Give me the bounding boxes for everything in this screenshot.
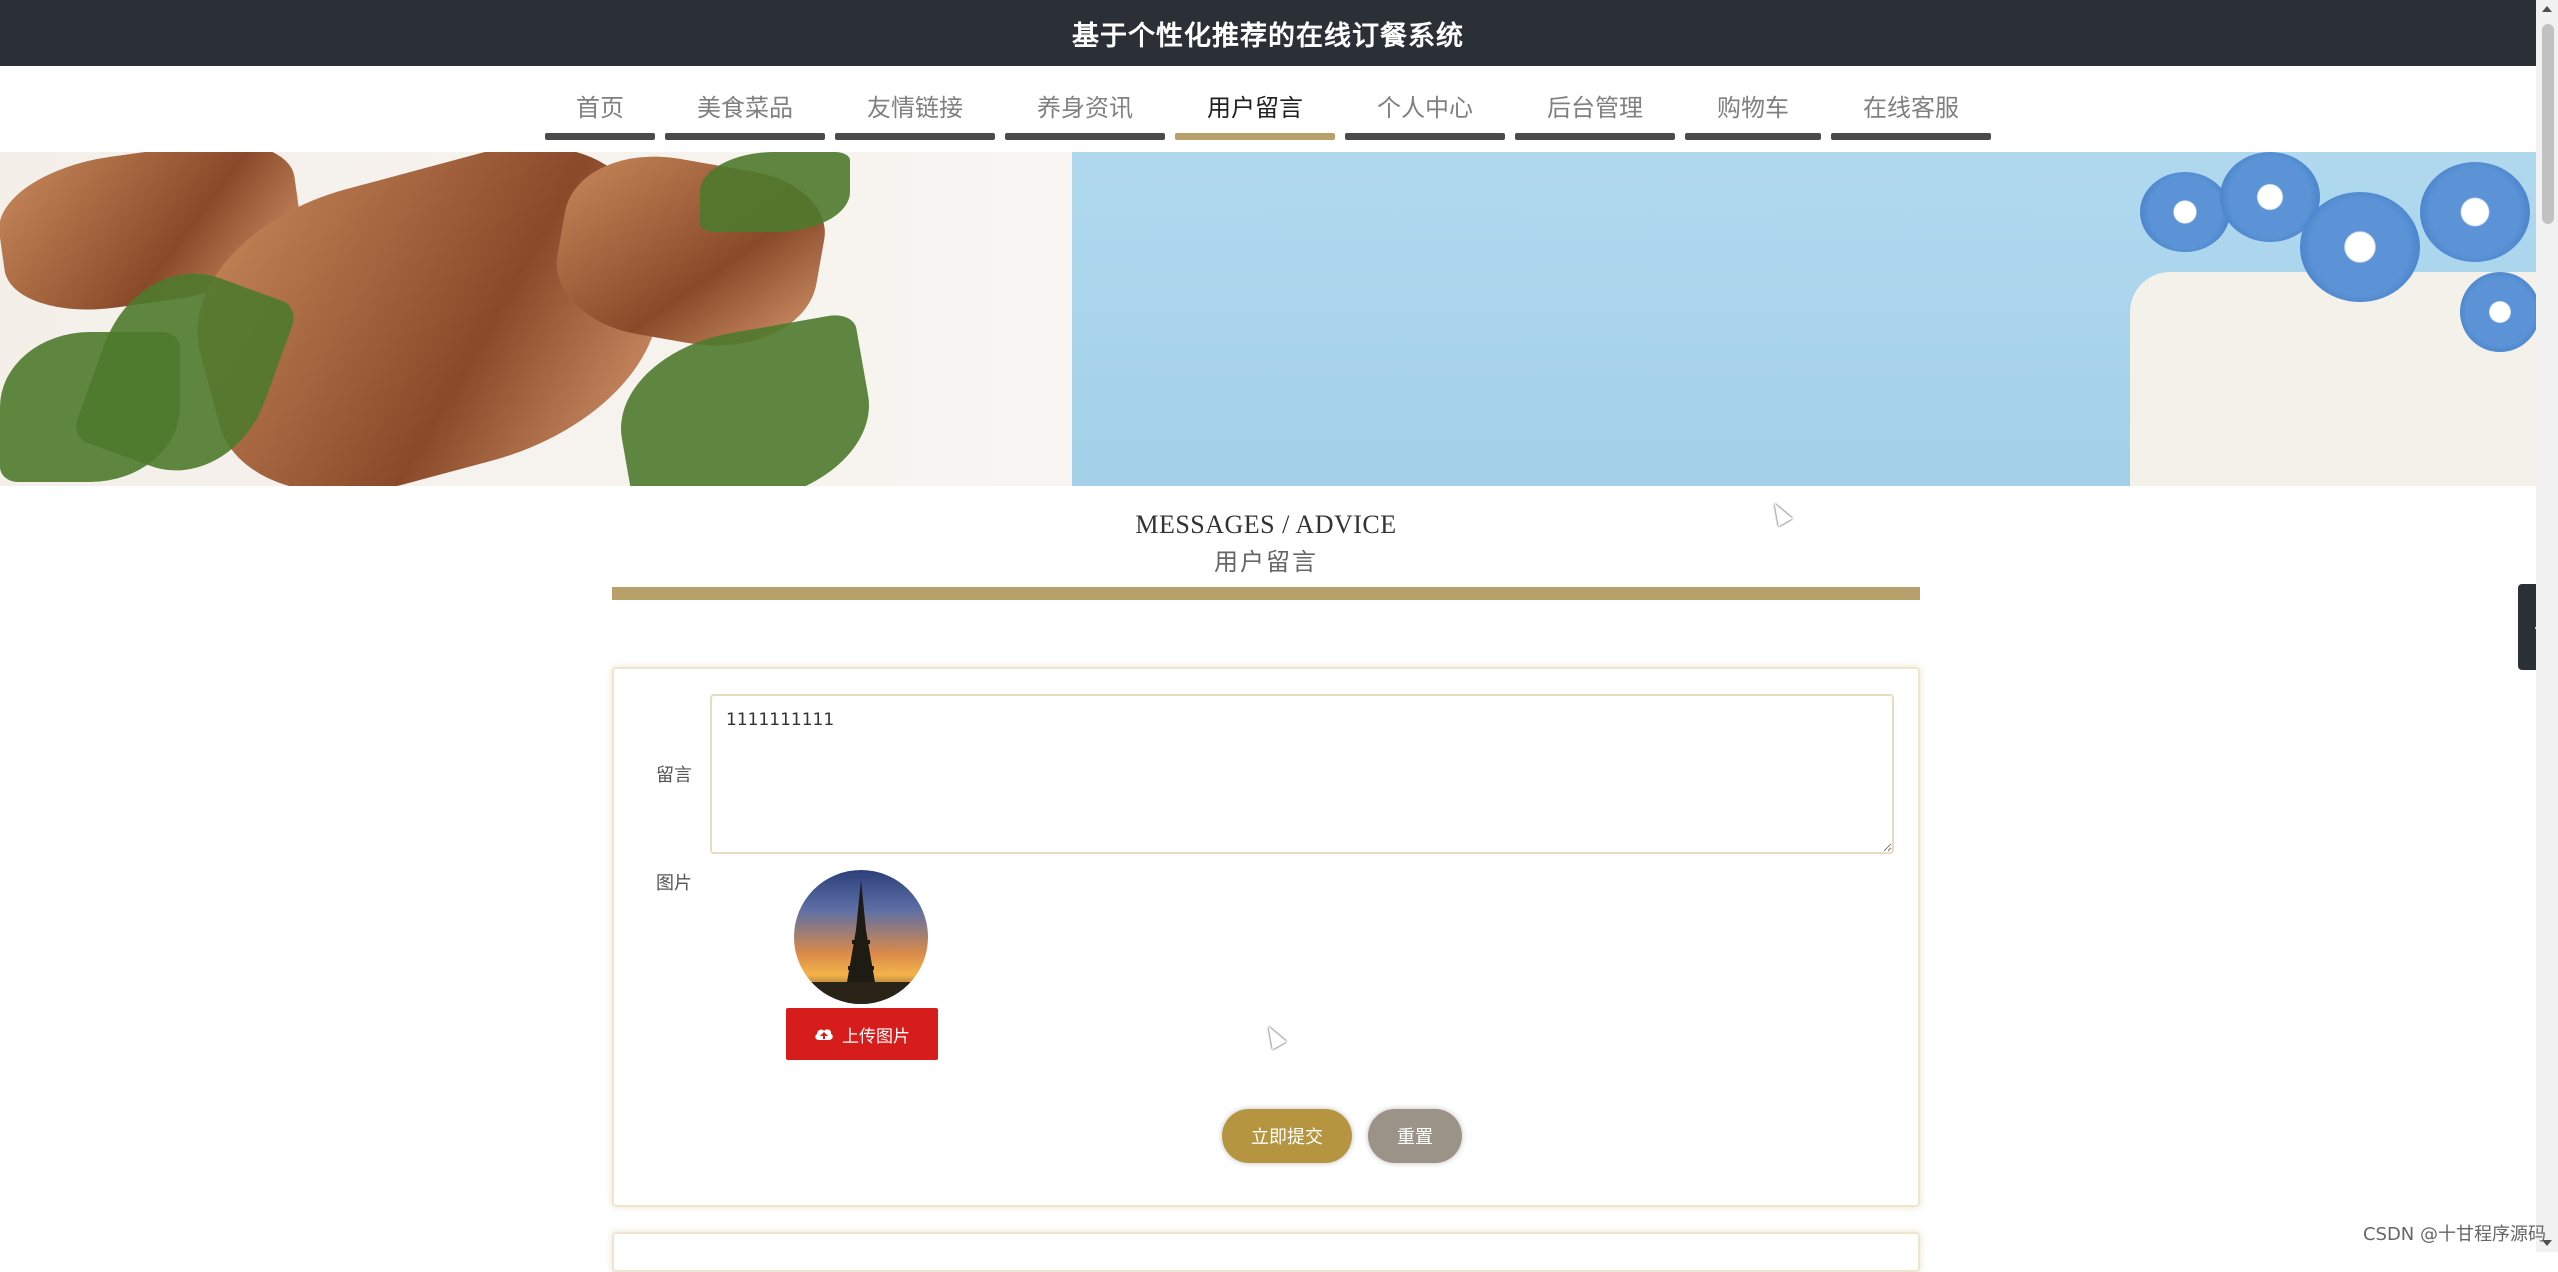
nav-label: 后台管理 <box>1547 94 1643 122</box>
uploaded-image-preview <box>794 870 928 1004</box>
nav-label: 购物车 <box>1717 94 1789 122</box>
nav-label: 在线客服 <box>1863 94 1959 122</box>
submit-button[interactable]: 立即提交 <box>1222 1109 1352 1163</box>
upload-image-button[interactable]: 上传图片 <box>786 1008 938 1060</box>
nav-label: 美食菜品 <box>697 94 793 122</box>
nav-item-health-news[interactable]: 养身资讯 <box>1005 66 1165 140</box>
nav-label: 养身资讯 <box>1037 94 1133 122</box>
nav-item-cart[interactable]: 购物车 <box>1685 66 1821 140</box>
nav-item-home[interactable]: 首页 <box>545 66 655 140</box>
nav-label: 首页 <box>576 94 624 122</box>
reset-button[interactable]: 重置 <box>1368 1109 1462 1163</box>
eiffel-tower-icon <box>794 880 928 1004</box>
top-header: 基于个性化推荐的在线订餐系统 <box>0 0 2536 66</box>
cloud-upload-icon <box>815 1029 833 1040</box>
banner-food-image <box>0 152 1072 486</box>
nav-item-messages[interactable]: 用户留言 <box>1175 66 1335 140</box>
upload-label: 上传图片 <box>842 1026 910 1046</box>
image-label: 图片 <box>656 873 692 894</box>
section-title-cn: 用户留言 <box>1214 548 1318 576</box>
nav-item-admin[interactable]: 后台管理 <box>1515 66 1675 140</box>
nav-label: 个人中心 <box>1377 94 1473 122</box>
scroll-thumb[interactable] <box>2542 24 2554 224</box>
hero-banner <box>0 152 2536 486</box>
message-form: 留言 图片 上传图片 立即提交 重置 <box>612 667 1920 1207</box>
nav-item-dishes[interactable]: 美食菜品 <box>665 66 825 140</box>
nav-item-links[interactable]: 友情链接 <box>835 66 995 140</box>
main-nav: 首页 美食菜品 友情链接 养身资讯 用户留言 个人中心 后台管理 购物车 在线客… <box>0 66 2536 152</box>
page-scrollbar[interactable] <box>2536 0 2558 1252</box>
site-title: 基于个性化推荐的在线订餐系统 <box>1072 20 1464 52</box>
nav-item-profile[interactable]: 个人中心 <box>1345 66 1505 140</box>
section-heading: MESSAGES / ADVICE 用户留言 <box>612 510 1920 577</box>
nav-label: 用户留言 <box>1207 94 1303 122</box>
message-label: 留言 <box>656 765 692 786</box>
message-textarea[interactable] <box>710 694 1894 854</box>
section-divider <box>612 587 1920 600</box>
scroll-up-icon[interactable] <box>2542 6 2552 12</box>
watermark: CSDN @十甘程序源码 <box>2362 1224 2546 1245</box>
next-card <box>612 1232 1920 1272</box>
nav-item-support[interactable]: 在线客服 <box>1831 66 1991 140</box>
mouse-cursor <box>1261 1022 1287 1050</box>
section-title-en: MESSAGES / ADVICE <box>1135 510 1397 539</box>
nav-label: 友情链接 <box>867 94 963 122</box>
